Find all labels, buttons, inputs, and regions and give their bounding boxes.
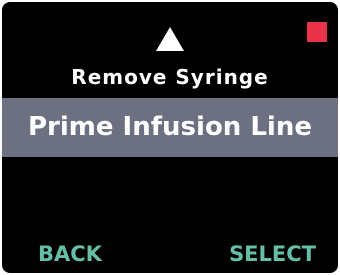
select-button[interactable]: SELECT <box>229 237 316 271</box>
status-indicator-icon <box>307 22 327 42</box>
menu-item-prime-infusion-line-selected[interactable]: Prime Infusion Line <box>2 98 338 157</box>
menu-item-remove-syringe[interactable]: Remove Syringe <box>2 60 338 94</box>
scroll-up-arrow-icon[interactable] <box>156 27 184 51</box>
device-screen: Remove Syringe Prime Infusion Line BACK … <box>2 2 338 273</box>
back-button[interactable]: BACK <box>38 237 102 271</box>
